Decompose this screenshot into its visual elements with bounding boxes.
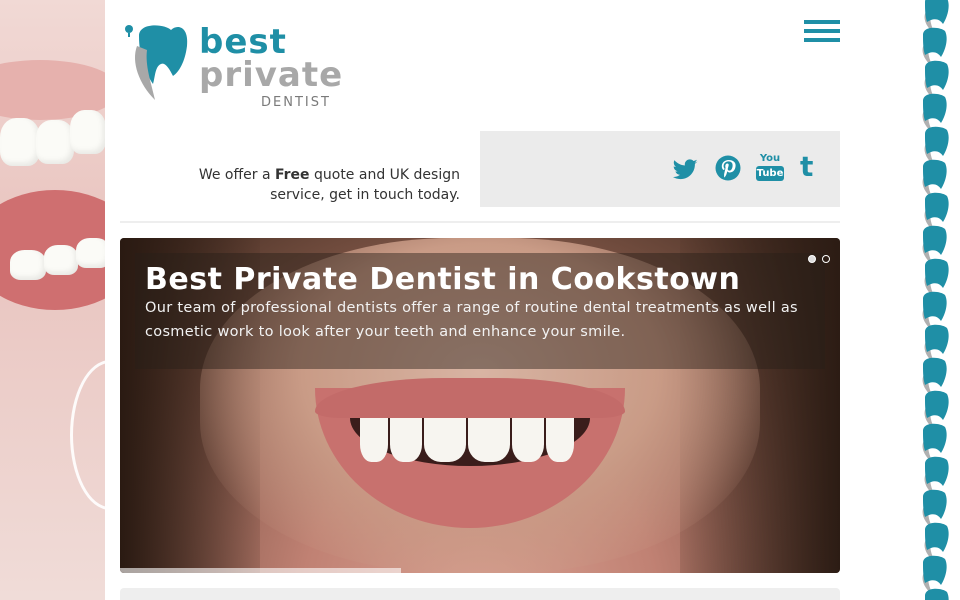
slider-photo-tooth — [546, 418, 574, 462]
social-links-bar: You Tube t — [480, 131, 840, 207]
pattern-tooth-icon — [925, 588, 949, 600]
hero-slider[interactable]: Best Private Dentist in Cookstown Our te… — [120, 238, 840, 573]
slider-dot-2[interactable] — [822, 255, 830, 263]
menu-bar-2 — [804, 29, 840, 33]
slider-progress-bar — [120, 568, 401, 573]
logo-word-dentist: DENTIST — [261, 95, 331, 110]
youtube-icon[interactable]: You Tube — [756, 153, 784, 183]
youtube-tube-text: Tube — [756, 166, 784, 181]
header-divider — [120, 221, 840, 223]
slider-photo-tooth — [424, 418, 466, 462]
slider-photo-tooth — [468, 418, 510, 462]
tumblr-letter: t — [800, 150, 814, 183]
right-background-pattern — [855, 0, 960, 600]
tagline-before: We offer a — [198, 167, 275, 183]
slider-pagination — [802, 248, 830, 267]
tooth-logo-icon — [125, 25, 188, 100]
slider-photo-tooth — [360, 418, 388, 462]
slider-dot-1[interactable] — [808, 255, 816, 263]
menu-bar-1 — [804, 20, 840, 24]
slider-photo-tooth — [390, 418, 422, 462]
tumblr-icon[interactable]: t — [800, 153, 828, 183]
twitter-icon[interactable] — [672, 153, 700, 183]
content-section-top — [120, 588, 840, 600]
slider-photo-tooth — [512, 418, 544, 462]
site-logo[interactable]: best private DENTIST — [125, 22, 342, 112]
tagline: We offer a Free quote and UK design serv… — [175, 165, 460, 205]
menu-bar-3 — [804, 38, 840, 42]
tagline-bold: Free — [274, 167, 310, 183]
youtube-you-text: You — [759, 153, 781, 164]
slide-title: Best Private Dentist in Cookstown — [145, 262, 741, 297]
pinterest-icon[interactable] — [715, 153, 743, 183]
hamburger-menu-icon[interactable] — [804, 20, 840, 44]
page-container: best private DENTIST We offer a Free quo… — [105, 0, 855, 600]
left-background-photo — [0, 0, 105, 600]
slide-description: Our team of professional dentists offer … — [145, 300, 798, 340]
logo-word-private: private — [199, 55, 344, 95]
